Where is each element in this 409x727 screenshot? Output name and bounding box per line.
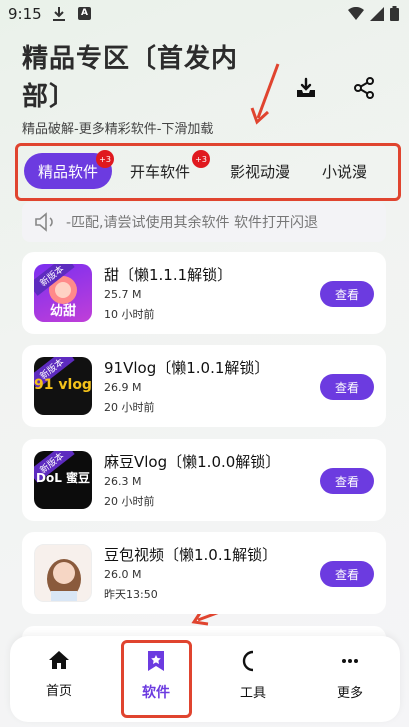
tab-xiaoshuo[interactable]: 小说漫 <box>308 153 381 189</box>
app-size: 25.7 M <box>104 288 142 301</box>
app-icon <box>34 544 92 602</box>
view-button[interactable]: 查看 <box>320 281 374 307</box>
notice-text: -匹配,请尝试使用其余软件 软件打开闪退 <box>66 215 318 231</box>
app-icon: 新版本 DoL 蜜豆 <box>34 451 92 509</box>
app-time: 20 小时前 <box>104 401 155 414</box>
category-tabs: 精品软件 +3 开车软件 +3 影视动漫 小说漫 <box>20 148 398 194</box>
speaker-icon <box>35 212 53 232</box>
app-name: 甜〔懒1.1.1解锁〕 <box>104 266 233 284</box>
nav-label: 工具 <box>239 686 266 701</box>
nav-tools[interactable]: 工具 <box>218 650 288 710</box>
app-size: 26.9 M <box>104 381 142 394</box>
home-icon <box>49 651 69 669</box>
nav-label: 更多 <box>336 686 363 701</box>
bottom-nav: 首页 软件 工具 更多 <box>10 636 400 722</box>
app-time: 10 小时前 <box>104 308 155 321</box>
page-title: 精品专区〔首发内部〕 <box>22 44 239 112</box>
app-icon: 新版本 幼甜 <box>34 264 92 322</box>
tab-yingshi[interactable]: 影视动漫 <box>216 153 304 189</box>
tab-label: 开车软件 <box>130 162 191 181</box>
avatar-icon <box>47 559 81 601</box>
app-name: 91Vlog〔懒1.0.1解锁〕 <box>104 359 270 377</box>
view-button[interactable]: 查看 <box>320 561 374 587</box>
signal-icon <box>370 6 384 21</box>
view-button[interactable]: 查看 <box>320 374 374 400</box>
tab-kaiche[interactable]: 开车软件 +3 <box>116 150 211 189</box>
a-status-icon: A <box>78 7 91 20</box>
app-name: 麻豆Vlog〔懒1.0.0解锁〕 <box>104 453 281 471</box>
app-icon: 新版本 91 vlog <box>34 357 92 415</box>
app-size: 26.3 M <box>104 475 142 488</box>
tab-label: 精品软件 <box>38 162 99 181</box>
more-icon <box>342 659 358 663</box>
app-card[interactable]: 新版本 91 vlog 91Vlog〔懒1.0.1解锁〕 26.9 M 20 小… <box>22 345 386 427</box>
view-button[interactable]: 查看 <box>320 468 374 494</box>
tab-label: 小说漫 <box>322 162 368 181</box>
tab-badge: +3 <box>192 150 211 168</box>
download-status-icon <box>53 7 65 21</box>
share-icon[interactable] <box>352 76 376 100</box>
wifi-icon <box>348 6 364 20</box>
nav-label: 首页 <box>45 684 72 699</box>
battery-icon <box>390 6 399 21</box>
nav-more[interactable]: 更多 <box>315 650 385 710</box>
tools-icon <box>242 650 254 672</box>
app-icon-text: 幼甜 <box>49 304 76 319</box>
app-time: 20 小时前 <box>104 495 155 508</box>
download-icon[interactable] <box>294 76 318 100</box>
app-icon-text: 91 vlog <box>34 377 92 393</box>
status-bar: 9:15 A <box>0 0 409 28</box>
tab-badge: +3 <box>96 150 115 168</box>
page-subtitle: 精品破解-更多精彩软件-下滑加载 <box>22 122 214 137</box>
notice-bar: -匹配,请尝试使用其余软件 软件打开闪退 <box>22 202 386 242</box>
app-size: 26.0 M <box>104 568 142 581</box>
annotation-arrow-top <box>250 63 280 125</box>
app-name: 豆包视频〔懒1.0.1解锁〕 <box>104 546 278 564</box>
nav-home[interactable]: 首页 <box>24 650 94 710</box>
app-time: 昨天13:50 <box>104 588 158 601</box>
nav-annotation-box <box>121 640 192 718</box>
app-icon-text: DoL 蜜豆 <box>35 471 91 485</box>
tab-label: 影视动漫 <box>230 162 291 181</box>
app-card[interactable]: 新版本 幼甜 甜〔懒1.1.1解锁〕 25.7 M 10 小时前 查看 <box>22 252 386 334</box>
app-card[interactable]: 新版本 DoL 蜜豆 麻豆Vlog〔懒1.0.0解锁〕 26.3 M 20 小时… <box>22 439 386 521</box>
status-time: 9:15 <box>8 5 42 23</box>
tab-jingpin[interactable]: 精品软件 +3 <box>24 150 115 189</box>
app-card[interactable]: 豆包视频〔懒1.0.1解锁〕 26.0 M 昨天13:50 查看 <box>22 532 386 614</box>
